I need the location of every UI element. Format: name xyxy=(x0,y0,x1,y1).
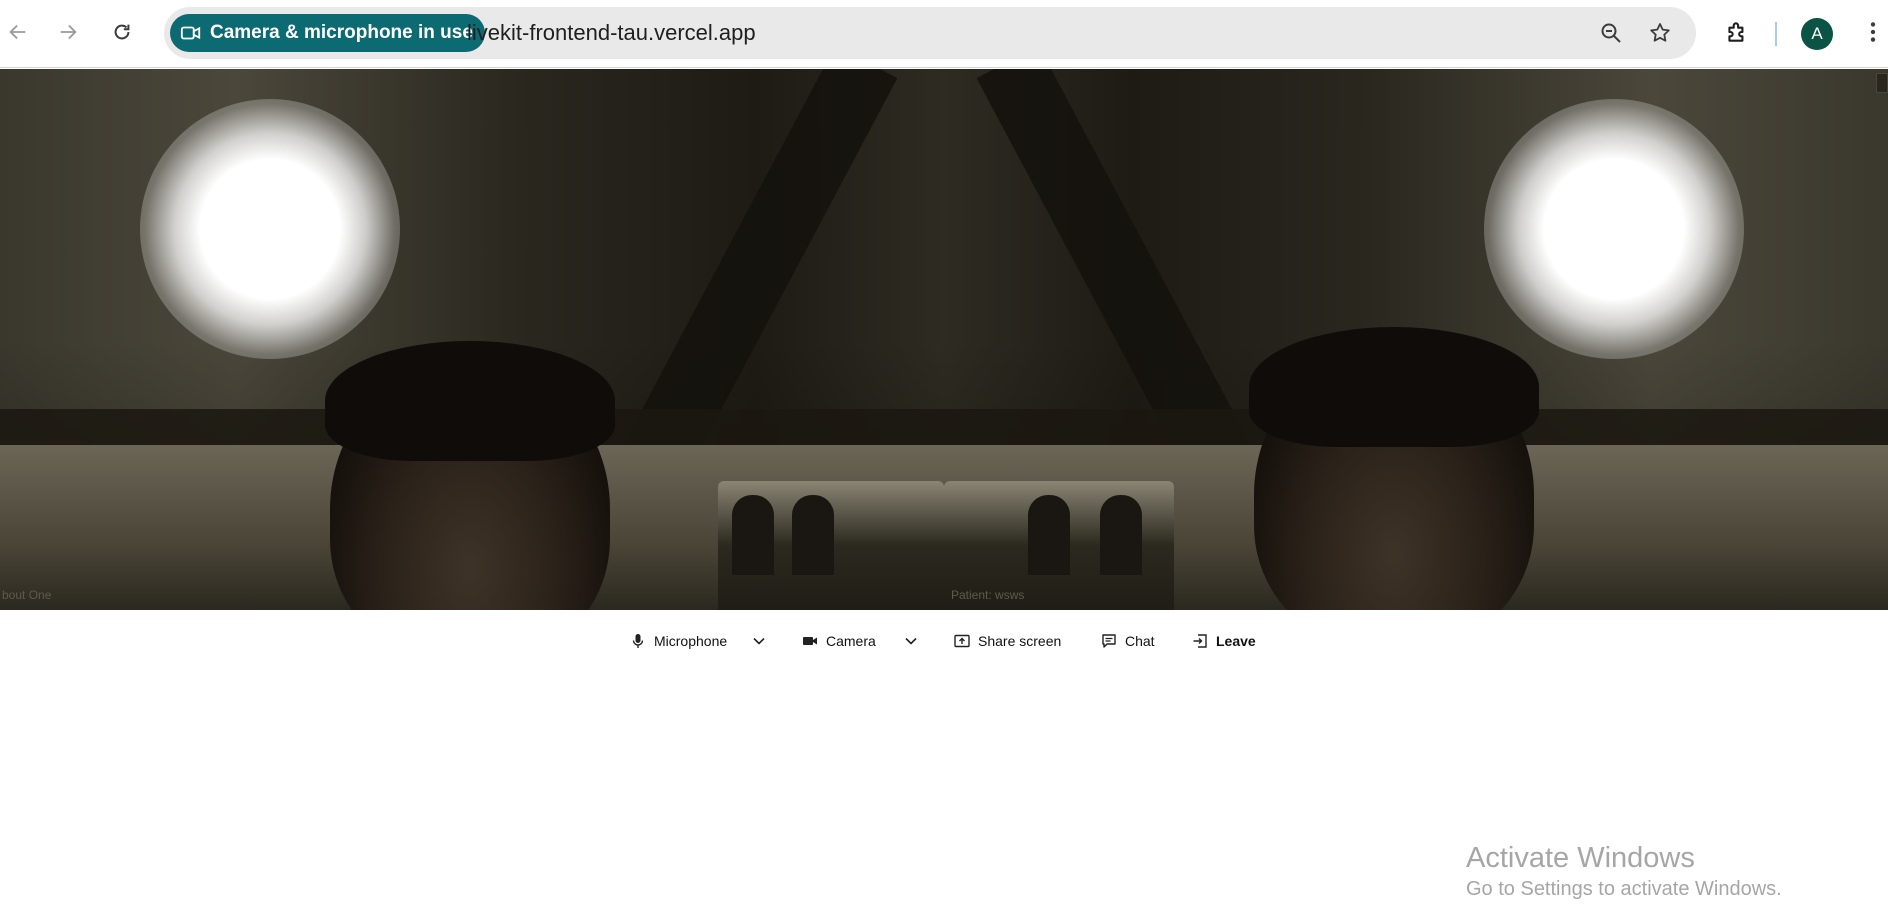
bookmark-button[interactable] xyxy=(1644,17,1676,49)
leave-icon xyxy=(1193,634,1207,648)
more-vert-icon xyxy=(1870,22,1876,42)
camera-button[interactable]: Camera xyxy=(802,624,876,658)
toolbar-divider xyxy=(1775,22,1777,46)
zoom-out-icon xyxy=(1601,23,1621,43)
camera-icon xyxy=(803,637,817,645)
activate-windows-watermark: Activate Windows Go to Settings to activ… xyxy=(1466,840,1782,902)
participant-name-label: bout One xyxy=(2,588,52,602)
video-feed-detail xyxy=(732,495,774,575)
video-feed-detail xyxy=(1028,495,1070,575)
chat-label: Chat xyxy=(1125,633,1155,649)
leave-button[interactable]: Leave xyxy=(1192,624,1256,658)
video-feed-detail xyxy=(1100,495,1142,575)
reload-button[interactable] xyxy=(104,14,140,50)
video-feed-detail xyxy=(1249,327,1539,447)
control-bar: Microphone Camera Share screen Chat Leav… xyxy=(0,624,1888,658)
share-screen-icon xyxy=(954,634,970,648)
zoom-button[interactable] xyxy=(1595,17,1627,49)
camera-microphone-in-use-chip[interactable]: Camera & microphone in use xyxy=(170,14,485,52)
browser-menu-button[interactable] xyxy=(1858,14,1888,50)
browser-toolbar: Camera & microphone in use livekit-front… xyxy=(0,0,1888,68)
chat-icon xyxy=(1102,634,1116,648)
leave-label: Leave xyxy=(1216,633,1256,649)
camera-label: Camera xyxy=(826,633,876,649)
tile-corner-indicator xyxy=(1876,73,1888,93)
share-screen-button[interactable]: Share screen xyxy=(954,624,1061,658)
share-screen-label: Share screen xyxy=(978,633,1062,649)
microphone-label: Microphone xyxy=(654,633,728,649)
participant-name-label: Patient: wsws xyxy=(951,588,1025,602)
microphone-button[interactable]: Microphone xyxy=(630,624,727,658)
reload-icon xyxy=(114,24,130,40)
video-feed-detail xyxy=(792,495,834,575)
back-arrow-icon xyxy=(9,24,26,40)
address-bar[interactable]: Camera & microphone in use livekit-front… xyxy=(164,7,1696,59)
microphone-options-button[interactable] xyxy=(746,624,772,658)
camera-chip-label: Camera & microphone in use xyxy=(210,22,473,43)
chevron-down-icon xyxy=(905,637,917,645)
chat-button[interactable]: Chat xyxy=(1101,624,1155,658)
video-feed-detail xyxy=(1484,99,1744,359)
watermark-subtitle: Go to Settings to activate Windows. xyxy=(1466,878,1782,900)
participant-video-tile[interactable]: Patient: wsws xyxy=(944,69,1888,610)
camera-options-button[interactable] xyxy=(898,624,924,658)
star-icon xyxy=(1650,23,1670,42)
chevron-down-icon xyxy=(753,637,765,645)
forward-button[interactable] xyxy=(50,14,86,50)
video-camera-icon xyxy=(180,26,201,40)
forward-arrow-icon xyxy=(60,24,77,40)
microphone-icon xyxy=(632,634,644,648)
extensions-button[interactable] xyxy=(1719,14,1755,50)
video-grid: bout One Patient: wsws xyxy=(0,69,1888,610)
watermark-title: Activate Windows xyxy=(1466,842,1695,874)
video-feed-detail xyxy=(140,99,400,359)
profile-avatar[interactable]: A xyxy=(1801,18,1833,50)
participant-video-tile[interactable]: bout One xyxy=(0,69,944,610)
video-feed-detail xyxy=(325,341,615,461)
extensions-icon xyxy=(1728,22,1744,42)
url-text[interactable]: livekit-frontend-tau.vercel.app xyxy=(467,7,756,59)
back-button[interactable] xyxy=(0,14,36,50)
